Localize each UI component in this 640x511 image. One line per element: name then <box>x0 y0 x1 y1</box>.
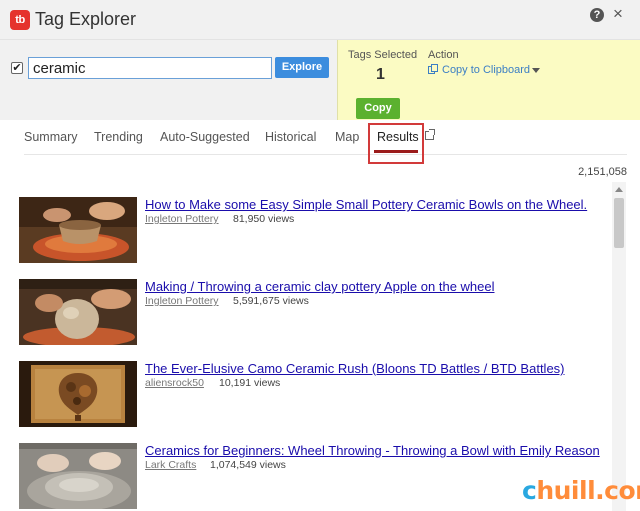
search-input[interactable] <box>28 57 272 79</box>
tab-divider <box>24 154 627 155</box>
tab-auto-suggested[interactable]: Auto-Suggested <box>160 130 250 144</box>
result-title-link[interactable]: Ceramics for Beginners: Wheel Throwing -… <box>145 443 600 458</box>
result-title-link[interactable]: Making / Throwing a ceramic clay pottery… <box>145 279 495 294</box>
title-bar: tb Tag Explorer ? × <box>0 0 640 40</box>
video-thumbnail[interactable] <box>19 279 137 345</box>
tags-selected-label: Tags Selected <box>348 49 418 61</box>
result-title-link[interactable]: How to Make some Easy Simple Small Potte… <box>145 197 587 212</box>
watermark-logo: chuill.com <box>522 476 640 505</box>
watermark-part1: c <box>522 476 537 505</box>
copy-button[interactable]: Copy <box>356 98 400 119</box>
result-views: 1,074,549 views <box>210 459 286 471</box>
tab-trending[interactable]: Trending <box>94 130 143 144</box>
result-item: Ceramics for Beginners: Wheel Throwing -… <box>19 443 609 511</box>
result-views: 81,950 views <box>233 213 295 225</box>
result-title-link[interactable]: The Ever-Elusive Camo Ceramic Rush (Bloo… <box>145 361 565 376</box>
scroll-up-icon[interactable] <box>615 187 623 192</box>
action-select[interactable]: Copy to Clipboard <box>442 64 530 76</box>
tubebuddy-logo-icon: tb <box>10 10 30 30</box>
result-views: 10,191 views <box>219 377 281 389</box>
results-scrollbar[interactable] <box>612 182 626 511</box>
tab-historical[interactable]: Historical <box>265 130 316 144</box>
results-count: 2,151,058 <box>578 166 627 178</box>
scroll-thumb[interactable] <box>614 198 624 248</box>
search-area: ✔ Explore <box>0 40 337 120</box>
close-icon[interactable]: × <box>610 5 626 23</box>
explore-button[interactable]: Explore <box>275 57 329 78</box>
help-icon[interactable]: ? <box>590 8 604 22</box>
result-views: 5,591,675 views <box>233 295 309 307</box>
chevron-down-icon[interactable] <box>532 68 540 73</box>
selection-panel: Tags Selected 1 Action Copy to Clipboard… <box>337 40 640 120</box>
clipboard-icon <box>428 64 438 75</box>
tab-summary[interactable]: Summary <box>24 130 77 144</box>
video-thumbnail[interactable] <box>19 197 137 263</box>
tags-selected-count: 1 <box>376 66 385 83</box>
result-item: The Ever-Elusive Camo Ceramic Rush (Bloo… <box>19 361 609 429</box>
watermark-part2: huill.com <box>536 476 640 505</box>
video-thumbnail[interactable] <box>19 443 137 509</box>
action-label: Action <box>428 49 459 61</box>
result-item: Making / Throwing a ceramic clay pottery… <box>19 279 609 347</box>
external-link-icon[interactable] <box>425 129 435 140</box>
window-title: Tag Explorer <box>35 9 137 29</box>
result-channel-link[interactable]: Ingleton Pottery <box>145 213 219 225</box>
result-item: How to Make some Easy Simple Small Potte… <box>19 197 609 265</box>
tab-map[interactable]: Map <box>335 130 359 144</box>
video-thumbnail[interactable] <box>19 361 137 427</box>
tab-bar: Summary Trending Auto-Suggested Historic… <box>0 120 640 156</box>
tag-checkbox[interactable]: ✔ <box>11 62 23 74</box>
result-channel-link[interactable]: Ingleton Pottery <box>145 295 219 307</box>
result-channel-link[interactable]: Lark Crafts <box>145 459 196 471</box>
result-channel-link[interactable]: aliensrock50 <box>145 377 204 389</box>
results-highlight-box <box>368 123 424 164</box>
